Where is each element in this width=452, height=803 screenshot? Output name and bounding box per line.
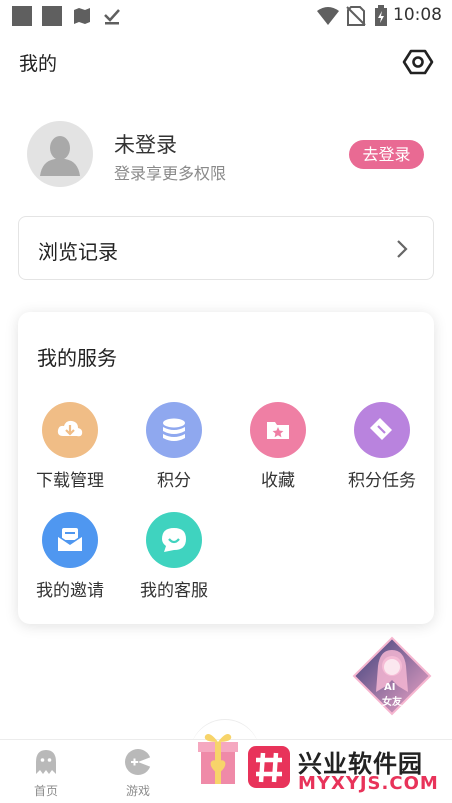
ai-label: AI — [384, 682, 396, 693]
favorite-folder-icon — [250, 402, 306, 458]
ai-girlfriend-label: 女友 — [382, 697, 402, 708]
service-label: 我的客服 — [140, 581, 208, 601]
service-label: 积分 — [157, 471, 191, 491]
service-point-tasks[interactable]: 积分任务 — [330, 402, 434, 491]
service-customer-support[interactable]: 我的客服 — [122, 512, 226, 601]
chat-bubble-icon — [146, 512, 202, 568]
watermark-logo-icon — [248, 746, 290, 788]
service-my-invites[interactable]: 我的邀请 — [18, 512, 122, 601]
clock: 10:08 — [393, 5, 442, 25]
page-title: 我的 — [19, 53, 58, 75]
watermark: 兴业软件园 MYXYJS.COM — [246, 744, 446, 794]
username[interactable]: 未登录 — [114, 129, 177, 159]
login-button[interactable]: 去登录 — [349, 140, 424, 169]
game-icon — [125, 749, 151, 775]
service-download-manager[interactable]: 下载管理 — [18, 402, 122, 491]
battery-charging-icon — [375, 5, 387, 26]
service-favorites[interactable]: 收藏 — [226, 402, 330, 491]
nav-label: 游戏 — [125, 784, 150, 798]
download-done-icon — [104, 9, 120, 25]
service-points[interactable]: 积分 — [122, 402, 226, 491]
service-label: 积分任务 — [348, 471, 416, 491]
coins-icon — [146, 402, 202, 458]
no-sim-icon — [346, 6, 366, 26]
browsing-history-label: 浏览记录 — [38, 240, 118, 264]
service-label: 我的邀请 — [36, 581, 104, 601]
ai-girlfriend-badge[interactable]: AI 女友 — [352, 636, 432, 716]
diamond-tag-icon — [354, 402, 410, 458]
invite-mail-icon — [42, 512, 98, 568]
notification-icon — [42, 6, 62, 26]
services-title: 我的服务 — [37, 346, 117, 370]
service-label: 收藏 — [261, 471, 295, 491]
status-bar: 10:08 — [0, 0, 452, 32]
notification-icon — [12, 6, 32, 26]
browsing-history-row[interactable]: 浏览记录 — [18, 216, 434, 280]
avatar[interactable] — [27, 121, 93, 187]
download-icon — [42, 402, 98, 458]
ghost-home-icon — [36, 750, 56, 774]
settings-icon[interactable] — [402, 46, 434, 78]
service-label: 下载管理 — [36, 471, 104, 491]
my-services-card: 我的服务 下载管理 积分 收藏 积分任务 我的邀请 我的客服 — [18, 312, 434, 624]
gift-icon[interactable] — [195, 730, 241, 786]
nav-home[interactable]: 首页 — [16, 748, 76, 799]
login-hint: 登录享更多权限 — [114, 164, 227, 183]
watermark-url: MYXYJS.COM — [298, 773, 439, 794]
nav-label: 首页 — [33, 784, 58, 798]
chevron-right-icon — [397, 240, 408, 258]
user-silhouette-icon — [40, 136, 80, 176]
wifi-icon — [317, 7, 339, 25]
map-icon — [74, 8, 90, 24]
nav-games[interactable]: 游戏 — [108, 748, 168, 799]
